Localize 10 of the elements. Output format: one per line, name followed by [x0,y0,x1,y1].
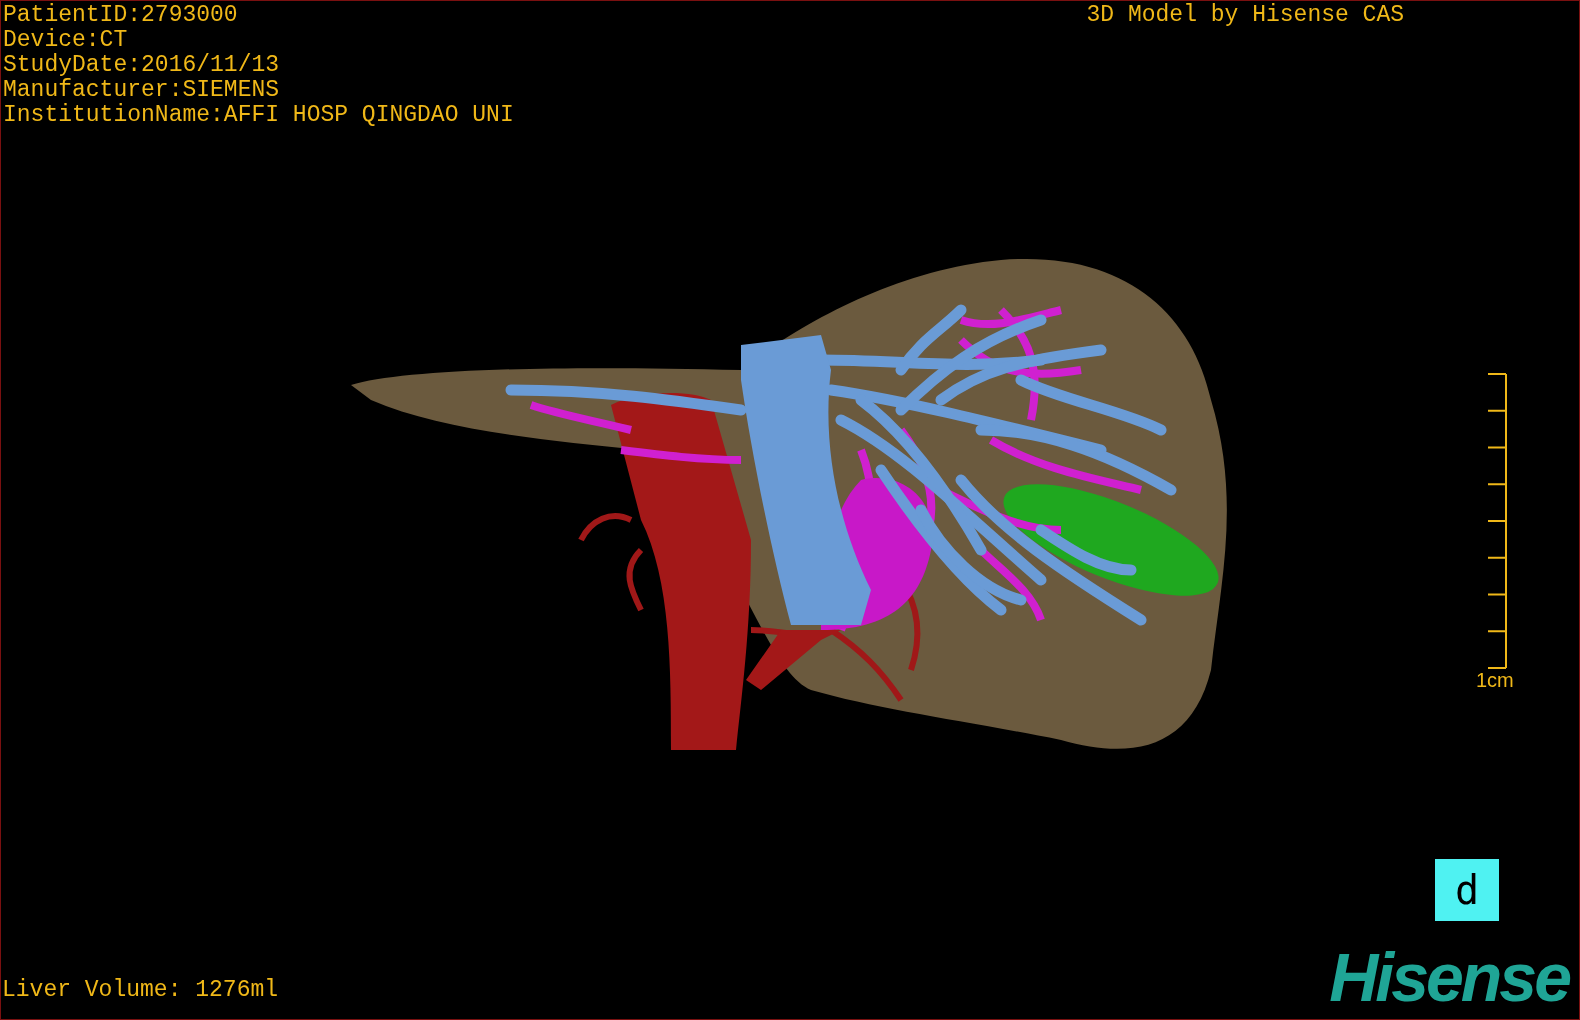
model-title: 3D Model by Hisense CAS [1086,3,1404,30]
patient-info-text: Manufacturer:SIEMENS [3,78,281,103]
patient-info-text: Device:CT [3,28,129,53]
brand-logo: Hisense [1329,947,1571,1007]
orientation-cube[interactable]: d [1435,859,1499,921]
patient-info-text: StudyDate:2016/11/13 [3,53,281,78]
liver-volume-text: Liver Volume: 1276ml [2,978,279,1003]
patient-info-text: InstitutionName:AFFI HOSP QINGDAO UNI [3,103,514,128]
patient-info-text: PatientID:2793000 [3,3,239,28]
scale-label: 1cm [1476,669,1514,692]
